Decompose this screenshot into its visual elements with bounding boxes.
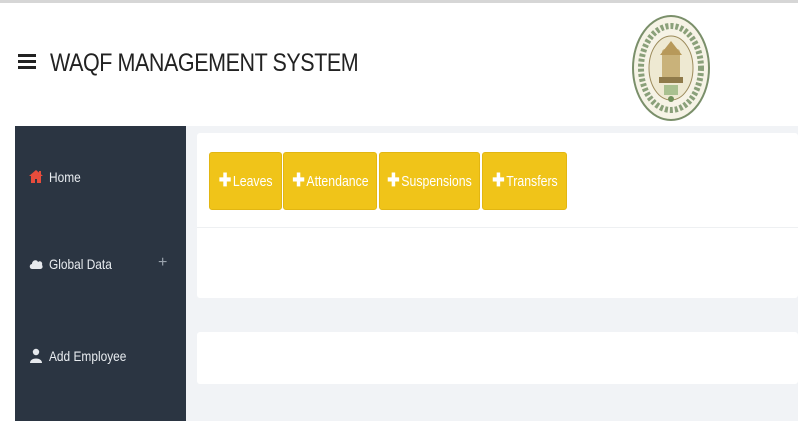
app-header: WAQF MANAGEMENT SYSTEM bbox=[0, 3, 798, 126]
app-title: WAQF MANAGEMENT SYSTEM bbox=[50, 49, 359, 77]
add-transfers-button[interactable]: ✚ Transfers bbox=[482, 152, 567, 210]
sidebar-item-home[interactable]: Home bbox=[15, 157, 186, 197]
actions-panel: ✚ Leaves ✚ Attendance ✚ Suspensions ✚ Transf… bbox=[197, 133, 798, 298]
plus-icon: ✚ bbox=[491, 169, 505, 190]
sidebar-item-label: Add Employee bbox=[49, 348, 127, 364]
content-panel bbox=[197, 332, 798, 384]
state-waqf-board-emblem bbox=[632, 15, 710, 121]
main-content: ✚ Leaves ✚ Attendance ✚ Suspensions ✚ Transf… bbox=[186, 126, 798, 421]
plus-icon: ✚ bbox=[387, 169, 400, 190]
add-suspensions-button[interactable]: ✚ Suspensions bbox=[379, 152, 480, 210]
cloud-icon bbox=[29, 260, 43, 269]
add-attendance-button[interactable]: ✚ Attendance bbox=[283, 152, 377, 210]
add-leaves-button[interactable]: ✚ Leaves bbox=[209, 152, 282, 210]
sidebar-item-add-employee[interactable]: Add Employee bbox=[15, 336, 186, 376]
user-icon bbox=[30, 348, 42, 363]
home-icon bbox=[29, 170, 43, 183]
expand-plus-icon[interactable]: + bbox=[158, 254, 167, 272]
sidebar-item-label: Home bbox=[49, 169, 81, 185]
sidebar-item-label: Global Data bbox=[49, 256, 112, 272]
plus-icon: ✚ bbox=[291, 169, 305, 190]
sidebar: Home Global Data + Add Employee bbox=[15, 126, 186, 421]
sidebar-item-global-data[interactable]: Global Data + bbox=[15, 244, 186, 284]
plus-icon: ✚ bbox=[218, 169, 232, 190]
hamburger-menu-icon[interactable] bbox=[18, 54, 36, 70]
panel-divider bbox=[197, 227, 798, 228]
